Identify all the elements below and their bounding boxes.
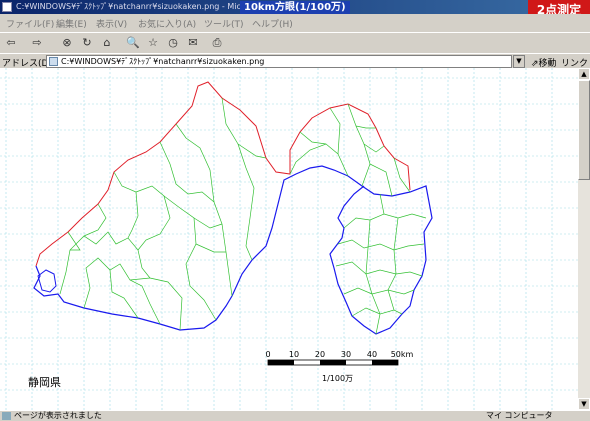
- menu-bar: ファイル(F) 編集(E) 表示(V) お気に入り(A) ツール(T) ヘルプ(…: [0, 14, 520, 30]
- menu-favorites[interactable]: お気に入り(A): [138, 17, 196, 30]
- scale-tick-label: 0: [265, 350, 270, 359]
- lake-hamana: [37, 269, 57, 293]
- window-title: C:¥WINDOWS¥ﾃﾞｽｸﾄｯﾌﾟ¥natchanrr¥sizuokaken…: [16, 2, 254, 11]
- mail-icon[interactable]: ✉: [186, 36, 200, 50]
- print-icon[interactable]: ⎙: [210, 36, 224, 50]
- prefecture-label: 静岡県: [28, 376, 61, 389]
- scale-ratio: 1/100万: [322, 374, 354, 383]
- menu-view[interactable]: 表示(V): [96, 17, 127, 30]
- municipal-boundaries: [59, 97, 427, 335]
- vertical-scrollbar[interactable]: ▲ ▼: [578, 68, 590, 410]
- map-viewport: 0 10 20 30 40 50km 静岡県 1/100万: [0, 68, 578, 410]
- scale-bar-segment-5: [372, 360, 398, 365]
- map-canvas: 0 10 20 30 40 50km: [0, 68, 578, 410]
- menu-edit[interactable]: 編集(E): [56, 17, 87, 30]
- scale-bar-segment-1: [268, 360, 294, 365]
- favorites-icon[interactable]: ☆: [146, 36, 160, 50]
- back-icon[interactable]: ⇦: [4, 36, 18, 50]
- scale-tick-label: 40: [367, 350, 377, 359]
- scale-bar-segment-3: [320, 360, 346, 365]
- address-dropdown-icon[interactable]: ▼: [513, 55, 525, 68]
- toolbar: ⇦ ⇨ ⊗ ↻ ⌂ 🔍 ☆ ◷ ✉ ⎙: [0, 32, 590, 53]
- scroll-up-icon[interactable]: ▲: [578, 68, 590, 80]
- scroll-thumb[interactable]: [578, 80, 590, 180]
- ie-page-icon: [2, 2, 12, 12]
- search-icon[interactable]: 🔍: [126, 36, 140, 50]
- forward-icon[interactable]: ⇨: [30, 36, 44, 50]
- history-icon[interactable]: ◷: [166, 36, 180, 50]
- stop-icon[interactable]: ⊗: [60, 36, 74, 50]
- home-icon[interactable]: ⌂: [100, 36, 114, 50]
- scale-tick-label: 50km: [391, 350, 414, 359]
- scroll-down-icon[interactable]: ▼: [578, 398, 590, 410]
- page-icon: [49, 57, 58, 66]
- menu-help[interactable]: ヘルプ(H): [252, 17, 293, 30]
- scale-tick-label: 30: [341, 350, 351, 359]
- status-page-icon: [2, 412, 11, 420]
- menu-file[interactable]: ファイル(F): [6, 17, 54, 30]
- address-value: C:¥WINDOWS¥ﾃﾞｽｸﾄｯﾌﾟ¥natchanrr¥sizuokaken…: [61, 57, 265, 66]
- menu-tools[interactable]: ツール(T): [204, 17, 244, 30]
- address-input[interactable]: C:¥WINDOWS¥ﾃﾞｽｸﾄｯﾌﾟ¥natchanrr¥sizuokaken…: [46, 55, 512, 68]
- scale-tick-label: 10: [289, 350, 299, 359]
- refresh-icon[interactable]: ↻: [80, 36, 94, 50]
- grid-scale-label: 10km方眼(1/100万): [240, 1, 350, 14]
- address-bar: アドレス(D) C:¥WINDOWS¥ﾃﾞｽｸﾄｯﾌﾟ¥natchanrr¥si…: [0, 53, 590, 69]
- scale-bar: 0 10 20 30 40 50km: [265, 350, 414, 366]
- scale-tick-label: 20: [315, 350, 325, 359]
- coastline: [33, 165, 433, 335]
- prefecture-border: [35, 81, 411, 267]
- status-bar: ページが表示されました マイ コンピュータ: [0, 410, 590, 421]
